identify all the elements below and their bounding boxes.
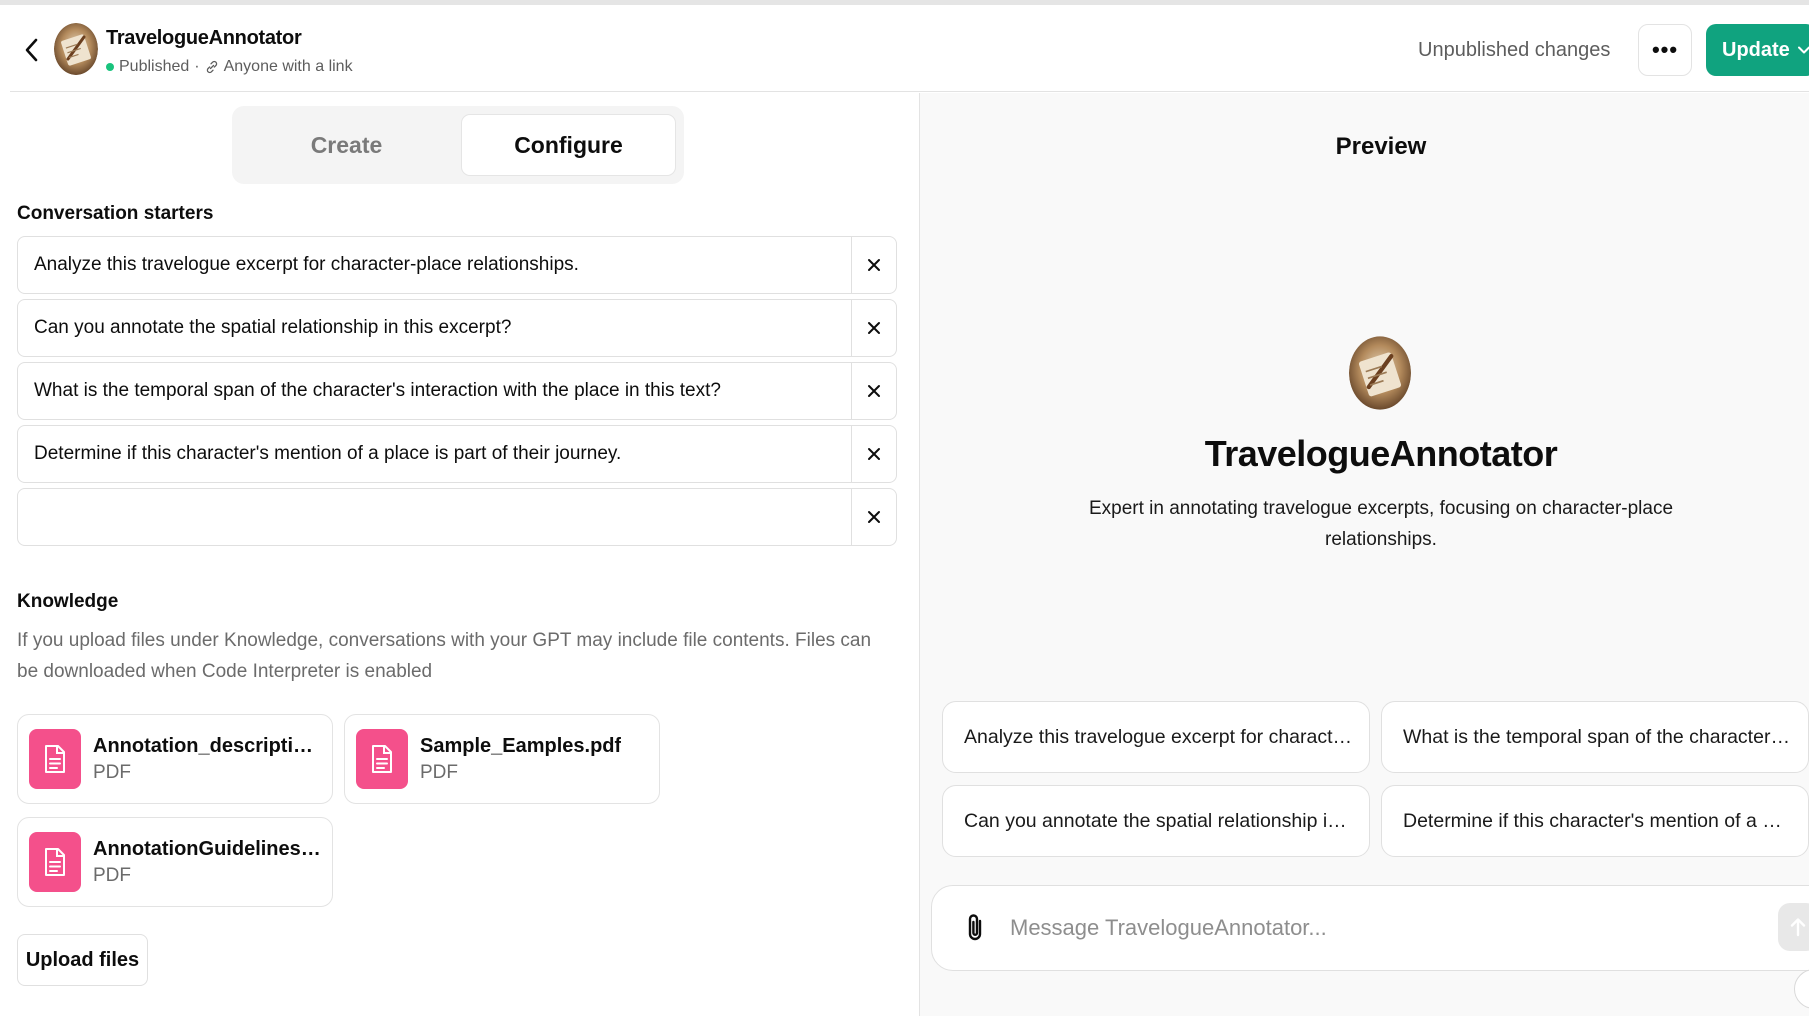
unpublished-changes-label: Unpublished changes	[1418, 39, 1611, 61]
remove-starter-button[interactable]	[851, 363, 896, 419]
preview-gpt-description: Expert in annotating travelogue excerpts…	[1088, 498, 1674, 550]
update-button-label: Update	[1722, 38, 1790, 61]
suggestion-chip[interactable]: Can you annotate the spatial relationshi…	[942, 785, 1370, 857]
conversation-starter-row	[17, 236, 897, 294]
remove-starter-button[interactable]	[851, 300, 896, 356]
message-input[interactable]	[1000, 915, 1809, 941]
conversation-starter-row	[17, 299, 897, 357]
file-type: PDF	[93, 761, 131, 783]
chevron-left-icon	[25, 38, 38, 62]
conversation-starter-input[interactable]	[18, 237, 851, 293]
file-type: PDF	[420, 761, 458, 783]
conversation-starter-input[interactable]	[18, 363, 851, 419]
file-document-icon	[29, 729, 81, 789]
suggestion-chip[interactable]: Analyze this travelogue excerpt for char…	[942, 701, 1370, 773]
file-document-icon	[356, 729, 408, 789]
send-button[interactable]	[1778, 903, 1809, 951]
more-options-button[interactable]: •••	[1638, 24, 1692, 76]
attach-button[interactable]	[950, 903, 1000, 953]
file-document-icon	[29, 832, 81, 892]
preview-panel: Preview TravelogueAnnotator Expert in an…	[919, 93, 1809, 1016]
message-composer	[931, 885, 1809, 971]
configure-panel: Create Configure Conversation starters K…	[0, 93, 919, 1016]
upload-files-button[interactable]: Upload files	[17, 934, 148, 986]
publish-status: Published · Anyone with a link	[106, 58, 353, 76]
conversation-starters-label: Conversation starters	[17, 203, 214, 224]
close-icon	[868, 259, 880, 271]
file-name: Sample_Eamples.pdf	[420, 734, 622, 757]
editor-header: TravelogueAnnotator Published · Anyone w…	[10, 5, 1809, 92]
gpt-name: TravelogueAnnotator	[106, 27, 302, 49]
suggestion-chip-label: What is the temporal span of the charact…	[1403, 725, 1792, 748]
gpt-avatar-large	[1349, 335, 1411, 411]
remove-starter-button[interactable]	[851, 489, 896, 545]
ellipsis-icon: •••	[1651, 37, 1679, 62]
published-dot-icon	[106, 63, 114, 71]
suggestion-chip-label: Determine if this character's mention of…	[1403, 809, 1792, 832]
conversation-starter-input[interactable]	[18, 489, 851, 545]
update-button[interactable]: Update	[1706, 24, 1809, 76]
conversation-starter-row	[17, 488, 897, 546]
chevron-down-icon	[1797, 46, 1809, 54]
back-button[interactable]	[18, 32, 46, 68]
visibility-label: Anyone with a link	[223, 58, 353, 75]
conversation-starter-row	[17, 425, 897, 483]
editor-tabs: Create Configure	[232, 106, 684, 184]
paperclip-icon	[968, 914, 982, 941]
knowledge-label: Knowledge	[17, 591, 119, 612]
knowledge-file[interactable]: Sample_Eamples.pdf PDF	[344, 714, 660, 804]
close-icon	[868, 385, 880, 397]
status-label: Published	[119, 58, 190, 75]
gpt-avatar	[54, 23, 98, 75]
conversation-starter-input[interactable]	[18, 426, 851, 482]
knowledge-help-text: If you upload files under Knowledge, con…	[17, 630, 872, 682]
remove-starter-button[interactable]	[851, 426, 896, 482]
help-button[interactable]: ?	[1794, 969, 1809, 1009]
link-icon	[206, 60, 217, 74]
preview-title: Preview	[1335, 133, 1427, 160]
conversation-starter-row	[17, 362, 897, 420]
file-name: Annotation_description_Fi...	[93, 734, 323, 757]
close-icon	[868, 511, 880, 523]
suggestion-chip[interactable]: Determine if this character's mention of…	[1381, 785, 1809, 857]
suggestion-chip[interactable]: What is the temporal span of the charact…	[1381, 701, 1809, 773]
file-type: PDF	[93, 864, 131, 886]
close-icon	[868, 448, 880, 460]
tab-create[interactable]: Create	[240, 114, 453, 176]
suggestion-chip-label: Analyze this travelogue excerpt for char…	[964, 725, 1353, 748]
conversation-starter-input[interactable]	[18, 300, 851, 356]
remove-starter-button[interactable]	[851, 237, 896, 293]
file-name: AnnotationGuidelines-Fin...	[93, 837, 323, 860]
status-separator: ·	[194, 58, 200, 75]
knowledge-file[interactable]: Annotation_description_Fi... PDF	[17, 714, 333, 804]
suggestion-chip-label: Can you annotate the spatial relationshi…	[964, 809, 1353, 832]
preview-gpt-name: TravelogueAnnotator	[1204, 433, 1558, 474]
arrow-up-icon	[1790, 918, 1806, 937]
tab-configure[interactable]: Configure	[461, 114, 676, 176]
knowledge-file[interactable]: AnnotationGuidelines-Fin... PDF	[17, 817, 333, 907]
close-icon	[868, 322, 880, 334]
